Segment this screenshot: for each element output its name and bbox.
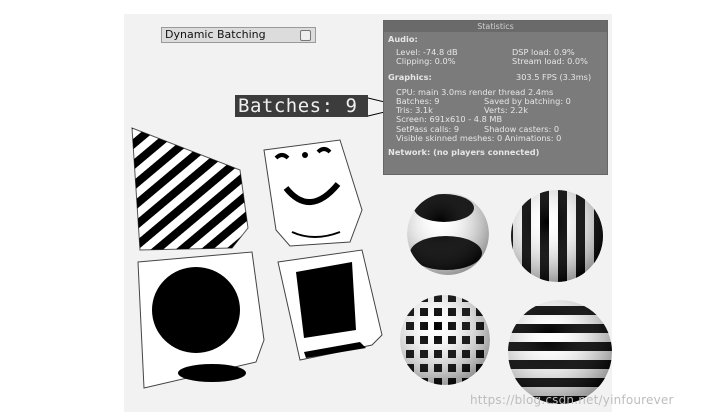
square-cube [277,249,383,361]
dynamic-batching-checkbox[interactable] [300,30,311,41]
dynamic-batching-toggle[interactable]: Dynamic Batching [161,27,316,43]
dynamic-batching-label: Dynamic Batching [165,28,266,41]
circle-cube [137,251,265,389]
sphere-vertical-stripes [511,190,603,282]
statistics-panel: Statistics Audio: Level: -74.8 dB DSP loa… [383,20,608,175]
audio-clipping: Clipping: 0.0% [396,56,456,67]
striped-cube [131,127,249,251]
sphere-horizontal-stripes [508,300,612,404]
stream-load: Stream load: 0.0% [512,56,588,67]
graphics-header: Graphics: [388,71,432,82]
network-status: Network: (no players connected) [388,146,540,157]
fps-readout: 303.5 FPS (3.3ms) [516,71,592,82]
sphere-band [407,193,489,275]
sphere-grid [400,295,490,385]
statistics-title: Statistics [384,21,607,32]
face-cube [263,139,363,247]
audio-header: Audio: [388,34,418,44]
batches-callout: Batches: 9 [235,95,368,117]
skinned-meshes: Visible skinned meshes: 0 Animations: 0 [396,132,562,143]
watermark: https://blog.csdn.net/yinfourever [470,393,674,407]
